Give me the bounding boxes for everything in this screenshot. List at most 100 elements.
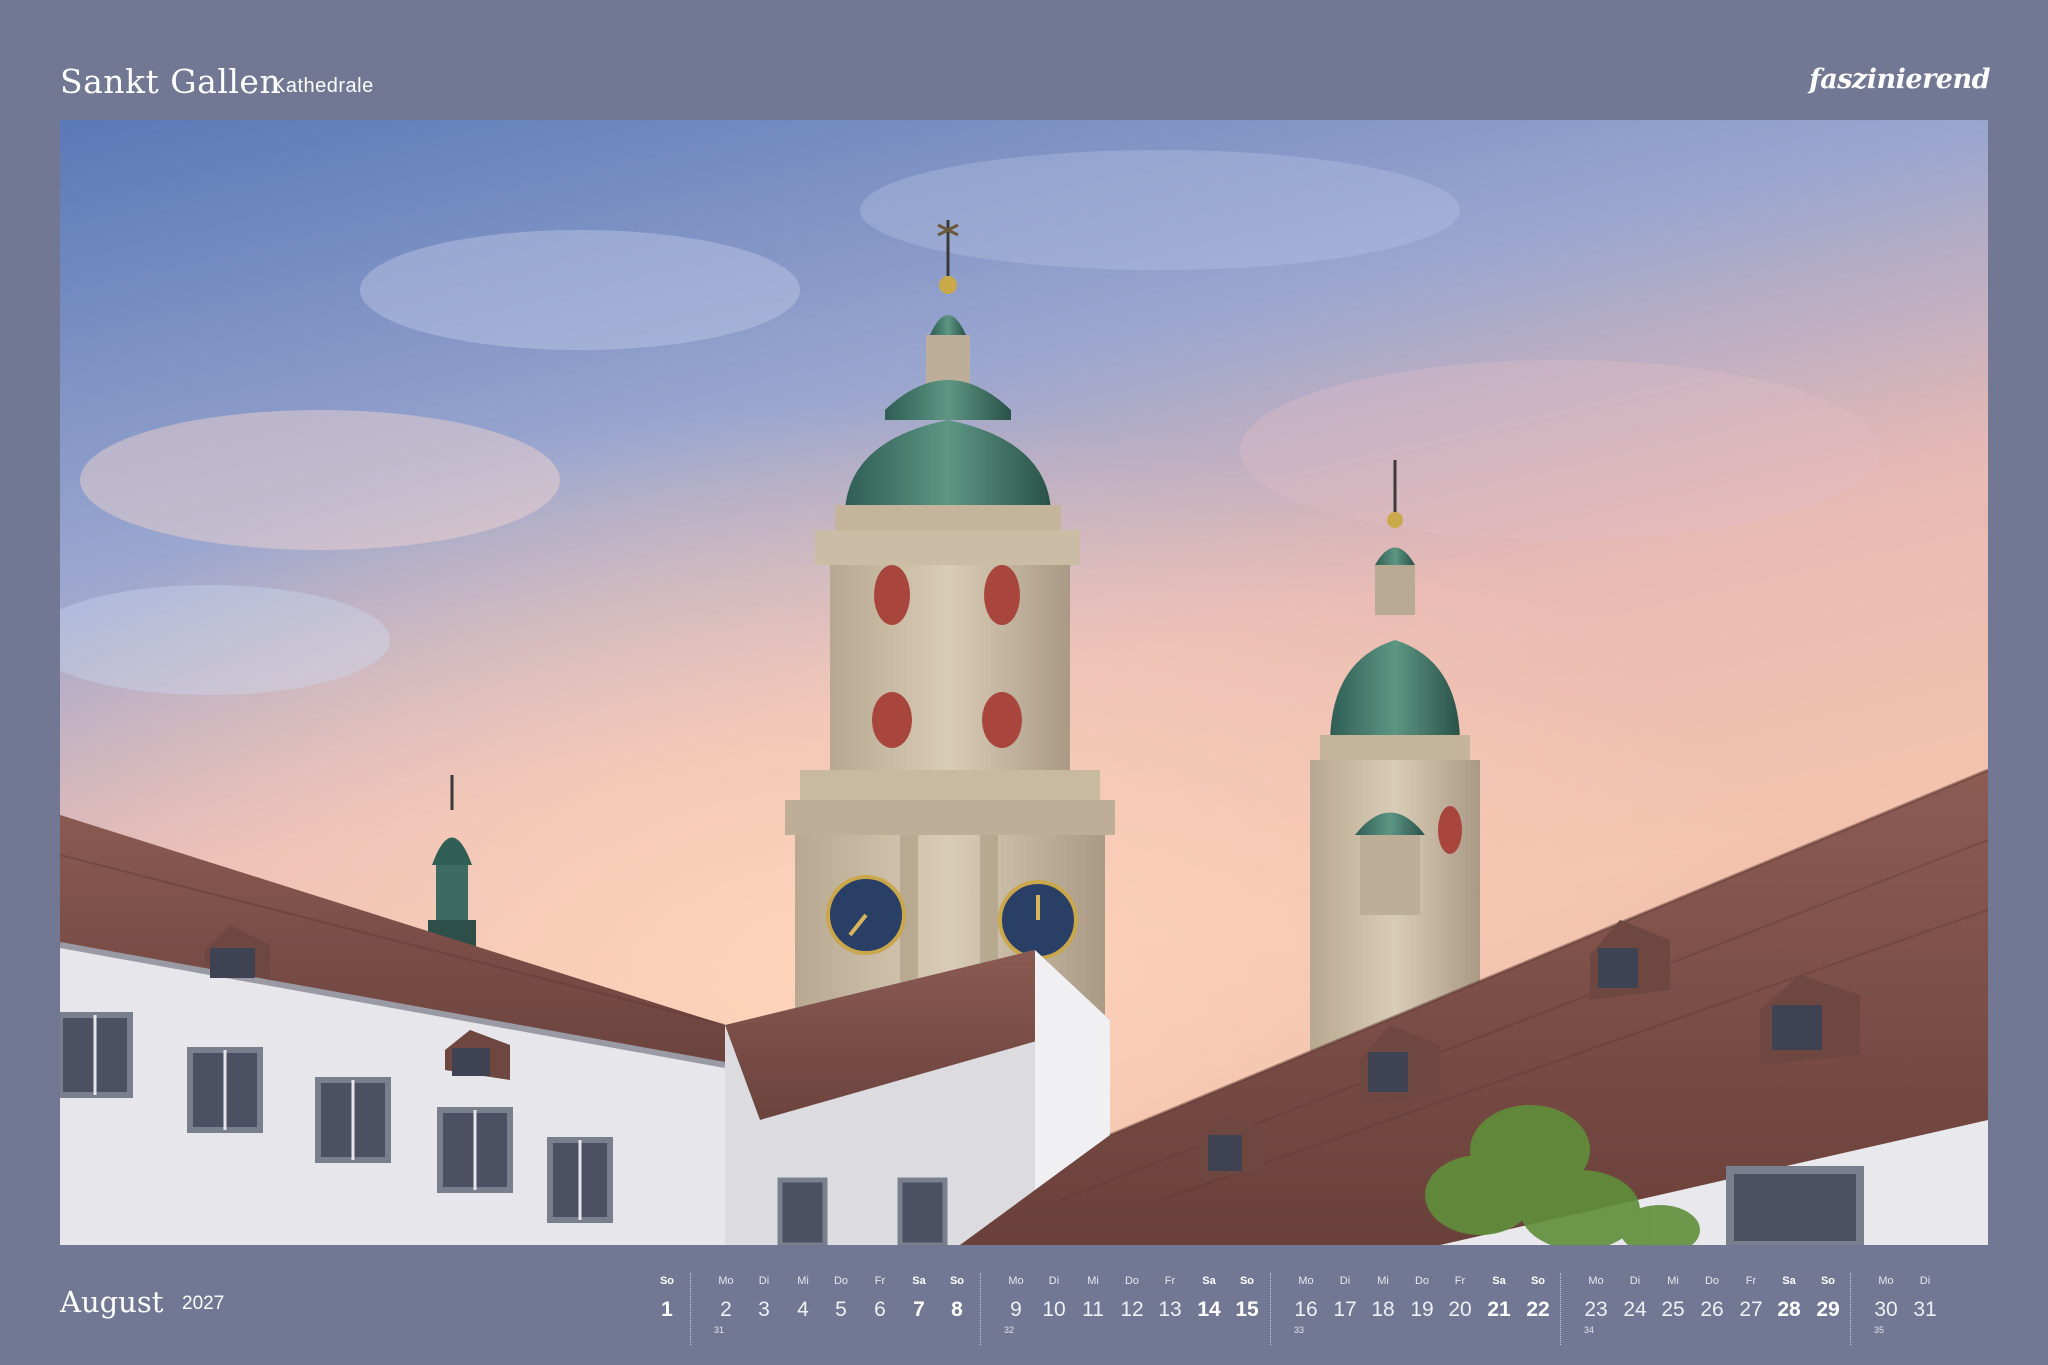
week-separator xyxy=(1850,1273,1851,1345)
weekday-label: Mo xyxy=(1008,1275,1024,1287)
calendar-day: So 22 xyxy=(1518,1255,1558,1323)
day-number: 21 xyxy=(1487,1298,1511,1321)
day-number: 12 xyxy=(1120,1298,1144,1321)
weekday-label: Sa xyxy=(1492,1275,1506,1287)
calendar-day: Do 12 xyxy=(1112,1255,1152,1323)
week-separator xyxy=(690,1273,691,1345)
day-number: 24 xyxy=(1623,1298,1647,1321)
weekday-label: Do xyxy=(1704,1275,1720,1287)
week-separator xyxy=(1270,1273,1271,1345)
day-number: 16 xyxy=(1294,1298,1318,1321)
week-number: 31 xyxy=(714,1325,725,1335)
weekday-label: Mo xyxy=(1588,1275,1604,1287)
header: Sankt Gallen Kathedrale faszinierend xyxy=(60,62,1990,112)
calendar-day: So 8 xyxy=(937,1255,977,1323)
page-subtitle: Kathedrale xyxy=(272,75,374,97)
day-number: 19 xyxy=(1410,1298,1434,1321)
day-number: 1 xyxy=(661,1298,673,1321)
calendar-footer: August 2027 So 1 Mo 2 Di 3 Mi 4 Do 5 Fr 6 Sa 7 So 8 Mo 9 D… xyxy=(60,1255,1990,1365)
weekday-label: So xyxy=(1530,1275,1546,1287)
calendar-day: So 15 xyxy=(1227,1255,1267,1323)
calendar-day: Mo 9 xyxy=(996,1255,1036,1323)
weekday-label: Mi xyxy=(1667,1275,1679,1287)
weekday-label: Mi xyxy=(1087,1275,1099,1287)
day-number: 3 xyxy=(758,1298,770,1321)
day-number: 2 xyxy=(720,1298,732,1321)
calendar-day: Fr 20 xyxy=(1440,1255,1480,1323)
calendar-day: Fr 13 xyxy=(1150,1255,1190,1323)
day-number: 28 xyxy=(1777,1298,1801,1321)
weekday-label: So xyxy=(1820,1275,1836,1287)
calendar-day: Di 24 xyxy=(1615,1255,1655,1323)
weekday-label: Sa xyxy=(1202,1275,1216,1287)
weekday-label: Mo xyxy=(1878,1275,1894,1287)
day-number: 26 xyxy=(1700,1298,1724,1321)
day-number: 29 xyxy=(1816,1298,1840,1321)
week-number: 33 xyxy=(1294,1325,1305,1335)
calendar-day: Di 3 xyxy=(744,1255,784,1323)
calendar-day: Mo 23 xyxy=(1576,1255,1616,1323)
calendar-day: Sa 28 xyxy=(1769,1255,1809,1323)
weekday-label: Do xyxy=(833,1275,849,1287)
weekday-label: Sa xyxy=(912,1275,926,1287)
weekday-label: Mo xyxy=(718,1275,734,1287)
weekday-label: So xyxy=(949,1275,965,1287)
weekday-label: Do xyxy=(1124,1275,1140,1287)
day-number: 15 xyxy=(1235,1298,1259,1321)
day-number: 31 xyxy=(1913,1298,1937,1321)
weekday-label: Di xyxy=(1629,1275,1641,1287)
calendar-day: Sa 7 xyxy=(899,1255,939,1323)
day-number: 11 xyxy=(1082,1298,1104,1321)
weekday-label: So xyxy=(659,1275,675,1287)
weekday-label: Fr xyxy=(1745,1275,1757,1287)
day-number: 22 xyxy=(1526,1298,1550,1321)
day-number: 10 xyxy=(1042,1298,1066,1321)
weekday-label: Do xyxy=(1414,1275,1430,1287)
weekday-label: Di xyxy=(1048,1275,1060,1287)
calendar-day: So 1 xyxy=(647,1255,687,1323)
weekday-label: Fr xyxy=(1164,1275,1176,1287)
week-number: 32 xyxy=(1004,1325,1015,1335)
calendar-day: Mo 2 xyxy=(706,1255,746,1323)
calendar-day: Mi 25 xyxy=(1653,1255,1693,1323)
day-number: 9 xyxy=(1010,1298,1022,1321)
calendar-day: Di 17 xyxy=(1325,1255,1365,1323)
weekday-label: Di xyxy=(1919,1275,1931,1287)
weekday-label: Mi xyxy=(797,1275,809,1287)
week-separator xyxy=(1560,1273,1561,1345)
weekday-label: Di xyxy=(758,1275,770,1287)
weekday-label: Mi xyxy=(1377,1275,1389,1287)
calendar-day: Fr 27 xyxy=(1731,1255,1771,1323)
weekday-label: Sa xyxy=(1782,1275,1796,1287)
day-number: 4 xyxy=(797,1298,809,1321)
weekday-label: Fr xyxy=(874,1275,886,1287)
brand-logo: faszinierend xyxy=(1809,64,1990,95)
day-number: 8 xyxy=(951,1298,963,1321)
weekday-label: Fr xyxy=(1454,1275,1466,1287)
week-number: 34 xyxy=(1584,1325,1595,1335)
weekday-label: Di xyxy=(1339,1275,1351,1287)
calendar-day: Sa 14 xyxy=(1189,1255,1229,1323)
calendar-day: Do 19 xyxy=(1402,1255,1442,1323)
day-number: 25 xyxy=(1661,1298,1685,1321)
calendar-day: Sa 21 xyxy=(1479,1255,1519,1323)
calendar-day: So 29 xyxy=(1808,1255,1848,1323)
weekday-label: Mo xyxy=(1298,1275,1314,1287)
cathedral-photo xyxy=(60,120,1988,1245)
calendar-day: Fr 6 xyxy=(860,1255,900,1323)
day-number: 23 xyxy=(1584,1298,1608,1321)
day-number: 18 xyxy=(1371,1298,1395,1321)
calendar-day: Mi 18 xyxy=(1363,1255,1403,1323)
day-number: 17 xyxy=(1333,1298,1357,1321)
calendar-day: Di 31 xyxy=(1905,1255,1945,1323)
day-number: 13 xyxy=(1158,1298,1182,1321)
calendar-day: Mi 4 xyxy=(783,1255,823,1323)
day-number: 30 xyxy=(1874,1298,1898,1321)
day-number: 27 xyxy=(1739,1298,1763,1321)
calendar-day: Mi 11 xyxy=(1073,1255,1113,1323)
page-title: Sankt Gallen xyxy=(60,62,282,101)
day-number: 5 xyxy=(835,1298,847,1321)
weekday-label: So xyxy=(1239,1275,1255,1287)
calendar-day: Do 5 xyxy=(821,1255,861,1323)
day-number: 14 xyxy=(1197,1298,1221,1321)
